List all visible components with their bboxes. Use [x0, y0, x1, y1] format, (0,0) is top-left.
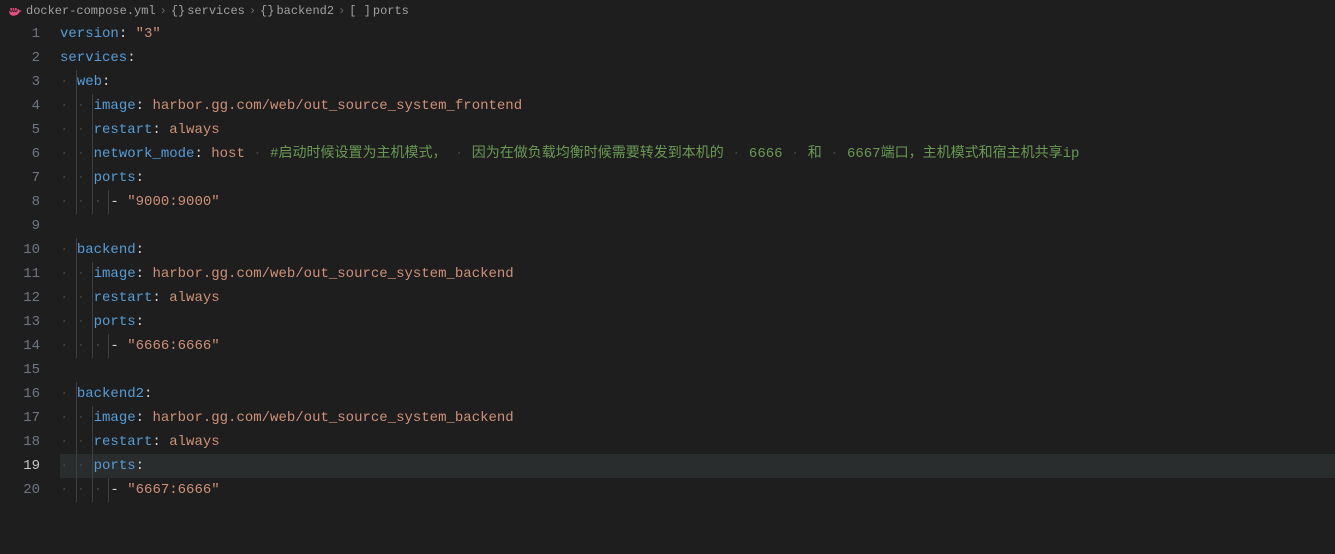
array-icon: [ ] [349, 4, 371, 18]
code-line[interactable]: · web: [60, 70, 1335, 94]
line-number: 3 [0, 70, 40, 94]
line-number-gutter: 1234567891011121314151617181920 [0, 22, 60, 502]
code-line[interactable]: · · network_mode: host · #启动时候设置为主机模式， ·… [60, 142, 1335, 166]
breadcrumb-item-services[interactable]: services [187, 4, 245, 18]
code-line[interactable]: · · restart: always [60, 430, 1335, 454]
line-number: 7 [0, 166, 40, 190]
line-number: 15 [0, 358, 40, 382]
line-number: 8 [0, 190, 40, 214]
line-number: 14 [0, 334, 40, 358]
line-number: 16 [0, 382, 40, 406]
line-number: 13 [0, 310, 40, 334]
code-line[interactable]: · · · - "6666:6666" [60, 334, 1335, 358]
line-number: 9 [0, 214, 40, 238]
code-line[interactable]: services: [60, 46, 1335, 70]
code-line[interactable] [60, 358, 1335, 382]
line-number: 4 [0, 94, 40, 118]
code-line[interactable]: · backend: [60, 238, 1335, 262]
line-number: 6 [0, 142, 40, 166]
object-icon: {} [260, 4, 274, 18]
docker-icon [8, 4, 22, 18]
line-number: 19 [0, 454, 40, 478]
code-line[interactable]: · · image: harbor.gg.com/web/out_source_… [60, 262, 1335, 286]
chevron-right-icon: › [160, 4, 167, 18]
code-line[interactable] [60, 214, 1335, 238]
line-number: 20 [0, 478, 40, 502]
code-line[interactable]: · · image: harbor.gg.com/web/out_source_… [60, 94, 1335, 118]
breadcrumb-item-ports[interactable]: ports [373, 4, 409, 18]
code-line[interactable]: · · · - "6667:6666" [60, 478, 1335, 502]
breadcrumb-file[interactable]: docker-compose.yml [26, 4, 156, 18]
line-number: 18 [0, 430, 40, 454]
breadcrumb[interactable]: docker-compose.yml › {} services › {} ba… [0, 0, 1335, 22]
code-line[interactable]: · · image: harbor.gg.com/web/out_source_… [60, 406, 1335, 430]
code-editor[interactable]: 1234567891011121314151617181920 version:… [0, 22, 1335, 502]
line-number: 2 [0, 46, 40, 70]
chevron-right-icon: › [249, 4, 256, 18]
line-number: 1 [0, 22, 40, 46]
line-number: 5 [0, 118, 40, 142]
line-number: 17 [0, 406, 40, 430]
code-line[interactable]: · backend2: [60, 382, 1335, 406]
code-area[interactable]: version: "3"services:· web:· · image: ha… [60, 22, 1335, 502]
line-number: 11 [0, 262, 40, 286]
code-line[interactable]: · · restart: always [60, 286, 1335, 310]
line-number: 10 [0, 238, 40, 262]
line-number: 12 [0, 286, 40, 310]
code-line[interactable]: · · ports: [60, 454, 1335, 478]
code-line[interactable]: · · ports: [60, 166, 1335, 190]
chevron-right-icon: › [338, 4, 345, 18]
code-line[interactable]: · · · - "9000:9000" [60, 190, 1335, 214]
breadcrumb-item-backend2[interactable]: backend2 [276, 4, 334, 18]
code-line[interactable]: · · ports: [60, 310, 1335, 334]
code-line[interactable]: version: "3" [60, 22, 1335, 46]
code-line[interactable]: · · restart: always [60, 118, 1335, 142]
object-icon: {} [171, 4, 185, 18]
